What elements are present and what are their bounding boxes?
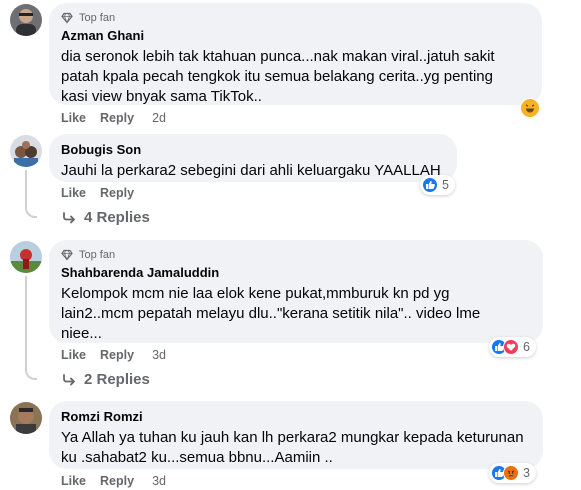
view-replies-button[interactable]: 2 Replies [62, 371, 150, 388]
comment-actions: Like Reply [61, 186, 152, 200]
comment-bubble: Top fan Shahbarenda Jamaluddin Kelompok … [49, 240, 543, 343]
reply-button[interactable]: Reply [100, 111, 134, 125]
angry-reaction-icon [503, 465, 519, 481]
comment-timestamp[interactable]: 3d [152, 474, 166, 488]
comment-actions: Like Reply 3d [61, 348, 166, 362]
thread-line [25, 170, 27, 208]
comment-author[interactable]: Azman Ghani [61, 28, 530, 44]
comment-text: dia seronok lebih tak ktahuan punca...na… [61, 48, 495, 105]
reaction-summary[interactable]: 6 [489, 337, 536, 357]
comment-bubble: Romzi Romzi Ya Allah ya tuhan ku jauh ka… [49, 401, 543, 469]
avatar[interactable] [10, 402, 42, 434]
reply-arrow-icon [63, 373, 75, 385]
comment-bubble: Bobugis Son Jauhi la perkara2 sebegini d… [49, 134, 457, 182]
reply-button[interactable]: Reply [100, 348, 134, 362]
reply-button[interactable]: Reply [100, 186, 134, 200]
diamond-icon [61, 12, 73, 24]
comment-actions: Like Reply 2d [61, 111, 166, 125]
top-fan-badge: Top fan [61, 11, 530, 25]
comment-text: Kelompok mcm nie laa elok kene pukat,mmb… [61, 285, 481, 342]
comment-author[interactable]: Bobugis Son [61, 142, 445, 158]
reply-arrow-icon [63, 211, 75, 223]
comment-timestamp[interactable]: 3d [152, 348, 166, 362]
like-button[interactable]: Like [61, 474, 86, 488]
avatar[interactable] [10, 241, 42, 273]
like-button[interactable]: Like [61, 348, 86, 362]
comment-author[interactable]: Shahbarenda Jamaluddin [61, 265, 531, 281]
view-replies-button[interactable]: 4 Replies [62, 209, 150, 226]
reaction-count: 5 [442, 178, 449, 192]
reaction-count: 3 [523, 466, 530, 480]
reaction-summary[interactable] [520, 98, 540, 118]
top-fan-badge: Top fan [61, 248, 531, 262]
haha-icon [520, 98, 540, 118]
thread-line [25, 276, 27, 370]
thread-line [25, 206, 37, 218]
replies-label: 4 Replies [84, 209, 150, 226]
like-button[interactable]: Like [61, 186, 86, 200]
comment-author[interactable]: Romzi Romzi [61, 409, 531, 425]
reaction-summary[interactable]: 5 [420, 175, 455, 195]
reaction-count: 6 [523, 340, 530, 354]
avatar[interactable] [10, 4, 42, 36]
like-reaction-icon [422, 177, 438, 193]
reply-button[interactable]: Reply [100, 474, 134, 488]
comment-text: Jauhi la perkara2 sebegini dari ahli kel… [61, 162, 441, 179]
comment-actions: Like Reply 3d [61, 474, 166, 488]
reaction-summary[interactable]: 3 [489, 463, 536, 483]
comment-text: Ya Allah ya tuhan ku jauh kan lh perkara… [61, 429, 524, 466]
badge-label: Top fan [79, 12, 116, 24]
badge-label: Top fan [79, 249, 116, 261]
diamond-icon [61, 249, 73, 261]
love-reaction-icon [503, 339, 519, 355]
avatar[interactable] [10, 135, 42, 167]
comment-bubble: Top fan Azman Ghani dia seronok lebih ta… [49, 3, 542, 105]
like-button[interactable]: Like [61, 111, 86, 125]
comment-timestamp[interactable]: 2d [152, 111, 166, 125]
thread-line [25, 368, 37, 380]
replies-label: 2 Replies [84, 371, 150, 388]
